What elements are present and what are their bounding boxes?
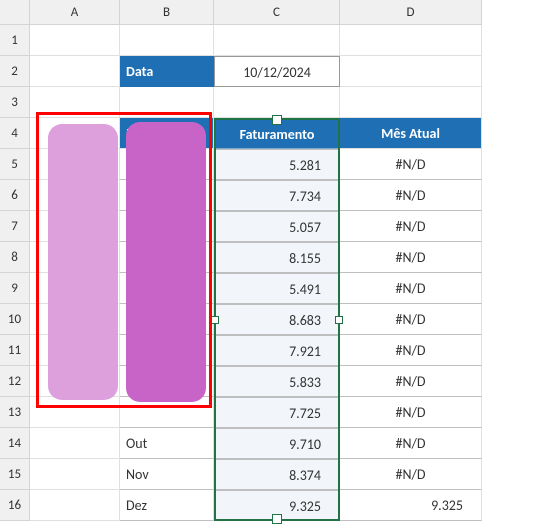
faturamento-cell[interactable]: 7.921 [214, 335, 340, 366]
row-header[interactable]: 12 [0, 366, 30, 397]
faturamento-cell[interactable]: 5.491 [214, 273, 340, 304]
cell[interactable] [30, 428, 120, 459]
row-header[interactable]: 5 [0, 149, 30, 180]
faturamento-cell[interactable]: 9.710 [214, 428, 340, 459]
date-cell[interactable]: 10/12/2024 [214, 56, 340, 87]
mes-cell[interactable]: Out [120, 428, 214, 459]
faturamento-cell[interactable]: 5.281 [214, 149, 340, 180]
col-header-B[interactable]: B [120, 0, 214, 25]
faturamento-cell[interactable]: 5.057 [214, 211, 340, 242]
mes-atual-cell[interactable]: #N/D [340, 428, 482, 459]
mes-atual-cell[interactable]: #N/D [340, 304, 482, 335]
select-all-corner[interactable] [0, 0, 30, 25]
cell[interactable] [30, 490, 120, 521]
row-header[interactable]: 9 [0, 273, 30, 304]
row-header[interactable]: 10 [0, 304, 30, 335]
data-label[interactable]: Data [120, 56, 214, 87]
mes-atual-cell[interactable]: #N/D [340, 397, 482, 428]
cell[interactable] [214, 25, 340, 56]
row-header[interactable]: 1 [0, 25, 30, 56]
spreadsheet-grid[interactable]: A B C D 1 2 Data 10/12/2024 3 4 [0, 0, 548, 521]
row-header[interactable]: 2 [0, 56, 30, 87]
table-header-mes-atual[interactable]: Mês Atual [340, 118, 482, 149]
row-header[interactable]: 3 [0, 87, 30, 118]
cell[interactable] [30, 25, 120, 56]
mes-atual-cell[interactable]: #N/D [340, 335, 482, 366]
cell[interactable] [340, 87, 482, 118]
cell[interactable] [120, 25, 214, 56]
faturamento-cell[interactable]: 8.374 [214, 459, 340, 490]
mes-atual-cell[interactable]: #N/D [340, 366, 482, 397]
cell[interactable] [30, 397, 120, 428]
table-header-faturamento[interactable]: Faturamento [214, 118, 340, 149]
mes-cell[interactable]: Dez [120, 490, 214, 521]
mes-atual-cell[interactable]: #N/D [340, 273, 482, 304]
cell[interactable] [30, 56, 120, 87]
row-header[interactable]: 7 [0, 211, 30, 242]
column-headers: A B C D [0, 0, 548, 25]
cell[interactable] [214, 87, 340, 118]
faturamento-cell[interactable]: 8.683 [214, 304, 340, 335]
row-header[interactable]: 11 [0, 335, 30, 366]
mes-atual-cell[interactable]: #N/D [340, 180, 482, 211]
cell[interactable] [30, 87, 120, 118]
shape-rounded-rect-light[interactable] [48, 124, 118, 400]
cell[interactable] [340, 56, 482, 87]
faturamento-cell[interactable]: 8.155 [214, 242, 340, 273]
row-header[interactable]: 8 [0, 242, 30, 273]
mes-atual-cell[interactable]: #N/D [340, 149, 482, 180]
col-header-A[interactable]: A [30, 0, 120, 25]
cell[interactable] [30, 459, 120, 490]
cell[interactable] [120, 87, 214, 118]
row-header[interactable]: 6 [0, 180, 30, 211]
mes-atual-cell[interactable]: #N/D [340, 459, 482, 490]
row-header[interactable]: 4 [0, 118, 30, 149]
mes-atual-cell[interactable]: #N/D [340, 242, 482, 273]
col-header-C[interactable]: C [214, 0, 340, 25]
faturamento-cell[interactable]: 7.734 [214, 180, 340, 211]
row-header[interactable]: 16 [0, 490, 30, 521]
mes-cell[interactable]: Nov [120, 459, 214, 490]
col-header-D[interactable]: D [340, 0, 482, 25]
faturamento-cell[interactable]: 9.325 [214, 490, 340, 521]
shape-rounded-rect-dark[interactable] [126, 122, 206, 402]
cell[interactable] [340, 25, 482, 56]
faturamento-cell[interactable]: 7.725 [214, 397, 340, 428]
faturamento-cell[interactable]: 5.833 [214, 366, 340, 397]
row-header[interactable]: 15 [0, 459, 30, 490]
mes-atual-cell[interactable]: 9.325 [340, 490, 482, 521]
row-header[interactable]: 13 [0, 397, 30, 428]
mes-atual-cell[interactable]: #N/D [340, 211, 482, 242]
row-header[interactable]: 14 [0, 428, 30, 459]
